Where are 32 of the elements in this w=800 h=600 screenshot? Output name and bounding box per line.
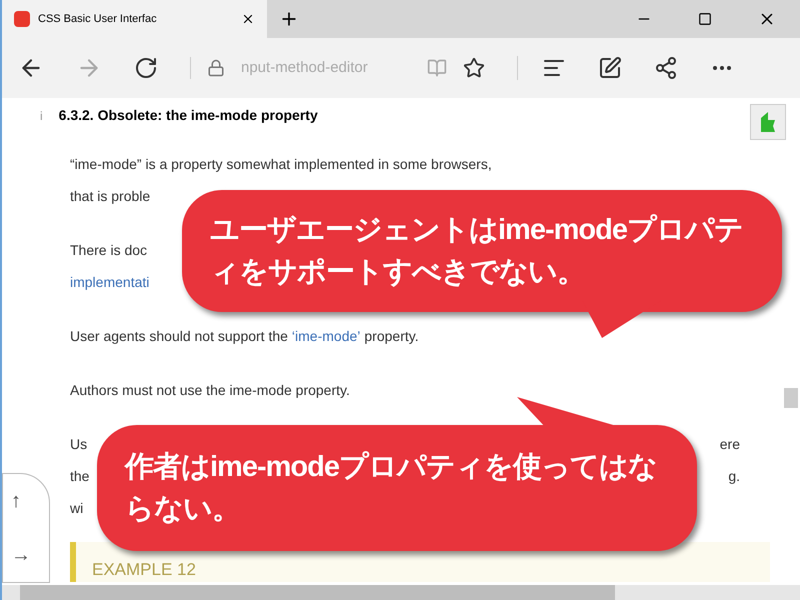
tab-title: CSS Basic User Interfac	[38, 12, 158, 27]
refresh-icon[interactable]	[134, 56, 158, 80]
browser-tab[interactable]: CSS Basic User Interfac	[2, 0, 267, 38]
maximize-icon[interactable]	[698, 12, 712, 26]
section-marker: i	[40, 108, 43, 124]
example-label: EXAMPLE 12	[92, 558, 196, 580]
paragraph-text: ere	[720, 434, 740, 454]
share-icon[interactable]	[654, 56, 678, 80]
side-arrow-button[interactable]: ↑	[11, 486, 21, 516]
paragraph-text: User agents should not support the	[70, 326, 288, 346]
lock-icon	[207, 59, 225, 77]
horizontal-scrollbar[interactable]	[2, 585, 800, 600]
scrollbar-thumb[interactable]	[784, 388, 798, 408]
paragraph-text: Us	[70, 434, 88, 454]
paragraph-text: that is proble	[70, 186, 150, 206]
callout-text: ユーザエージェントはime-modeプロパティをサポートすべきでない。	[210, 213, 744, 290]
callout-text: 作者はime-modeプロパティを使ってはならない。	[125, 450, 658, 527]
favorite-icon[interactable]	[463, 57, 485, 79]
paragraph-text: There is doc	[70, 240, 148, 260]
paragraph-text: wi	[70, 498, 84, 518]
paragraph-text: “ime-mode” is a property somewhat implemented in some browsers,	[70, 154, 492, 174]
side-arrow-button[interactable]: →	[11, 540, 31, 570]
note-icon[interactable]	[598, 56, 622, 80]
paragraph-text: property.	[364, 326, 419, 346]
link[interactable]: implementati	[70, 272, 150, 292]
paragraph-text: g.	[728, 466, 740, 486]
paragraph-text: Authors must not use the ime-mode property.	[70, 380, 350, 400]
section-heading: 6.3.2. Obsolete: the ime-mode property	[58, 106, 318, 125]
page-icon	[14, 11, 30, 27]
close-icon[interactable]	[241, 12, 255, 26]
paragraph-text: the	[70, 466, 90, 486]
link[interactable]: ‘ime-mode’	[292, 326, 360, 346]
